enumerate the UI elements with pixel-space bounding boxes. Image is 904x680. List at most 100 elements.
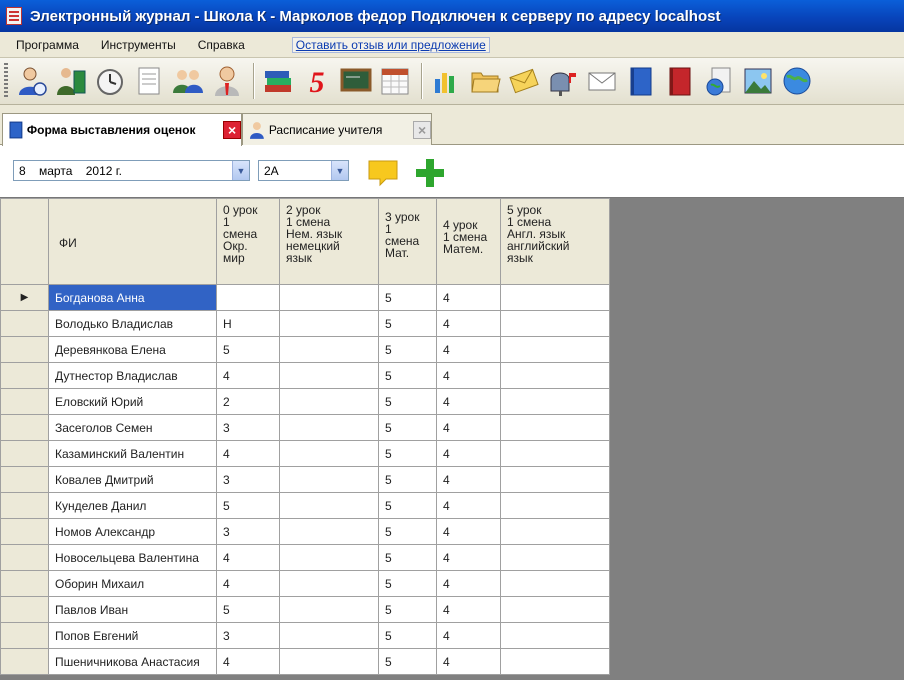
user-icon[interactable] [14,62,50,100]
row-header[interactable] [0,336,49,363]
grade-cell[interactable] [500,414,610,441]
picture-icon[interactable] [740,62,776,100]
grade-cell[interactable]: 5 [378,544,437,571]
class-select[interactable]: 2А ▼ [258,160,349,181]
grade-cell[interactable]: 4 [436,336,501,363]
grade-cell[interactable]: 4 [436,648,501,675]
table-row[interactable]: Новосельцева Валентина 4 5 4 [0,544,610,571]
grade-cell[interactable] [500,466,610,493]
grade-cell[interactable]: 5 [378,284,437,311]
grade-cell[interactable] [500,310,610,337]
student-name-cell[interactable]: Еловский Юрий [48,388,217,415]
folder-icon[interactable] [467,62,503,100]
grade-cell[interactable]: 2 [216,388,280,415]
student-name-cell[interactable]: Павлов Иван [48,596,217,623]
row-header[interactable] [0,466,49,493]
row-header[interactable]: ▶ [0,284,49,311]
menu-help[interactable]: Справка [187,38,256,52]
chart-icon[interactable] [428,62,464,100]
row-header[interactable] [0,362,49,389]
row-header[interactable] [0,596,49,623]
grade-cell[interactable]: 5 [378,648,437,675]
grade-cell[interactable] [500,284,610,311]
grade-cell[interactable]: 4 [436,570,501,597]
row-header[interactable] [0,310,49,337]
grade-cell[interactable] [279,414,379,441]
grade-cell[interactable] [500,440,610,467]
table-row[interactable]: Пшеничникова Анастасия 4 5 4 [0,648,610,675]
grade-cell[interactable]: 4 [436,414,501,441]
grade-cell[interactable]: 4 [216,570,280,597]
table-row[interactable]: Засеголов Семен 3 5 4 [0,414,610,441]
student-name-cell[interactable]: Деревянкова Елена [48,336,217,363]
calendar-icon[interactable] [377,62,413,100]
table-row[interactable]: Попов Евгений 3 5 4 [0,622,610,649]
grade-cell[interactable] [279,466,379,493]
grade-cell[interactable] [279,388,379,415]
grade-cell[interactable]: 4 [436,492,501,519]
add-button[interactable] [413,156,447,190]
row-header[interactable] [0,440,49,467]
grade-cell[interactable]: 5 [378,466,437,493]
grade-cell[interactable]: 5 [378,362,437,389]
grade-cell[interactable]: 5 [216,492,280,519]
row-header[interactable] [0,492,49,519]
table-row[interactable]: Кунделев Данил 5 5 4 [0,492,610,519]
grade-cell[interactable] [279,648,379,675]
grade-cell[interactable]: 5 [378,336,437,363]
row-header[interactable] [0,518,49,545]
grade-cell[interactable]: 4 [216,440,280,467]
grade-cell[interactable]: 4 [436,362,501,389]
grade-cell[interactable] [500,570,610,597]
grade-cell[interactable]: Н [216,310,280,337]
student-name-cell[interactable]: Попов Евгений [48,622,217,649]
close-icon[interactable]: × [413,120,431,139]
teacher-book-icon[interactable] [53,62,89,100]
grade-cell[interactable] [279,518,379,545]
grade-cell[interactable] [500,596,610,623]
toolbar-grip[interactable] [4,63,8,99]
table-row[interactable]: Казаминский Валентин 4 5 4 [0,440,610,467]
student-name-cell[interactable]: Пшеничникова Анастасия [48,648,217,675]
clock-icon[interactable] [92,62,128,100]
grade-cell[interactable] [279,310,379,337]
grade-cell[interactable]: 5 [216,596,280,623]
grade-cell[interactable]: 4 [436,518,501,545]
grade-cell[interactable]: 5 [378,518,437,545]
student-name-cell[interactable]: Богданова Анна [48,284,217,311]
grade-cell[interactable]: 3 [216,518,280,545]
grade-cell[interactable] [500,362,610,389]
grade-cell[interactable] [279,284,379,311]
grade-cell[interactable] [500,518,610,545]
grade-cell[interactable] [500,388,610,415]
close-icon[interactable]: × [223,121,241,139]
grade-cell[interactable]: 4 [436,310,501,337]
column-header[interactable]: 2 урок 1 смена Нем. язык немецкий язык [279,198,379,285]
table-row[interactable]: Оборин Михаил 4 5 4 [0,570,610,597]
blue-book-icon[interactable] [623,62,659,100]
grade-cell[interactable] [500,544,610,571]
grade-cell[interactable]: 4 [216,648,280,675]
grade-cell[interactable]: 5 [378,570,437,597]
grade-cell[interactable]: 5 [378,440,437,467]
table-row[interactable]: ▶ Богданова Анна 5 4 [0,284,610,311]
row-header[interactable] [0,414,49,441]
student-name-cell[interactable]: Оборин Михаил [48,570,217,597]
grade-cell[interactable]: 4 [436,544,501,571]
student-name-cell[interactable]: Ковалев Дмитрий [48,466,217,493]
grade-cell[interactable] [279,622,379,649]
chevron-down-icon[interactable]: ▼ [331,161,348,180]
document-icon[interactable] [131,62,167,100]
grade-cell[interactable] [500,648,610,675]
grade-cell[interactable]: 5 [378,310,437,337]
column-header[interactable]: 4 урок 1 смена Матем. [436,198,501,285]
grade-cell[interactable]: 4 [436,622,501,649]
grade-cell[interactable]: 3 [216,622,280,649]
grade-cell[interactable] [500,622,610,649]
row-header[interactable] [0,648,49,675]
red-book-icon[interactable] [662,62,698,100]
globe-icon[interactable] [779,62,815,100]
date-picker[interactable]: 8 марта 2012 г. ▼ [13,160,250,181]
blackboard-icon[interactable] [338,62,374,100]
tab-teacher-schedule[interactable]: Расписание учителя × [242,113,432,145]
